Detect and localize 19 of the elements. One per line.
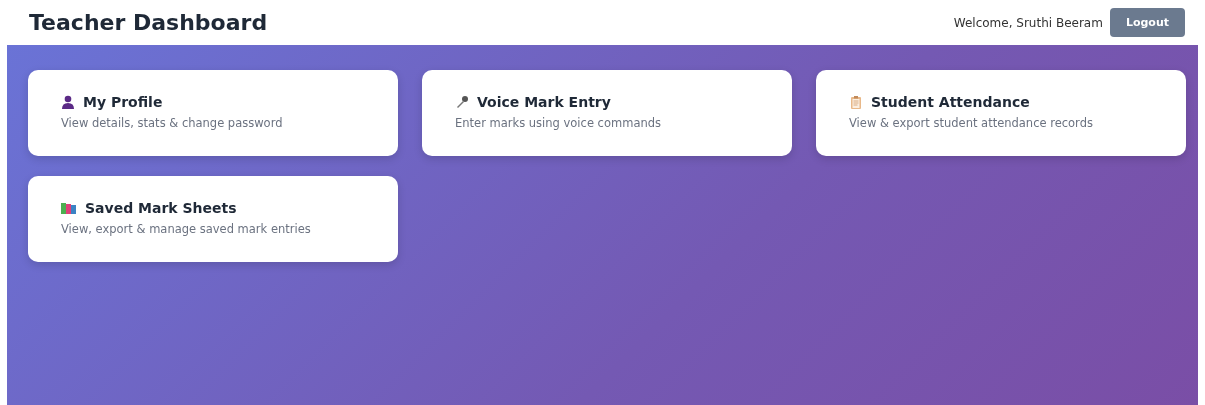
dashboard-card[interactable]: My Profile View details, stats & change password	[28, 70, 398, 156]
card-title: Voice Mark Entry	[477, 94, 611, 110]
card-title: Saved Mark Sheets	[85, 200, 237, 216]
clipboard-icon	[849, 95, 863, 109]
welcome-text: Welcome, Sruthi Beeram	[953, 15, 1103, 30]
dashboard-card[interactable]: Voice Mark Entry Enter marks using voice commands	[422, 70, 792, 156]
card-description: View, export & manage saved mark entries	[61, 222, 312, 236]
person-icon	[61, 95, 75, 109]
logout-button[interactable]: Logout	[1109, 8, 1185, 37]
dashboard-card[interactable]: Saved Mark Sheets View, export & manage saved mark entries	[28, 176, 398, 262]
card-description: Enter marks using voice commands	[455, 116, 662, 130]
dashboard-card[interactable]: Student Attendance View & export student attendance records	[816, 70, 1186, 156]
card-description: View details, stats & change password	[61, 116, 284, 130]
card-title: Student Attendance	[871, 94, 1030, 110]
microphone-icon	[455, 95, 469, 109]
page-title: Teacher Dashboard	[29, 10, 268, 35]
card-description: View & export student attendance records	[849, 116, 1094, 130]
card-title: My Profile	[83, 94, 163, 110]
books-icon	[61, 201, 77, 215]
